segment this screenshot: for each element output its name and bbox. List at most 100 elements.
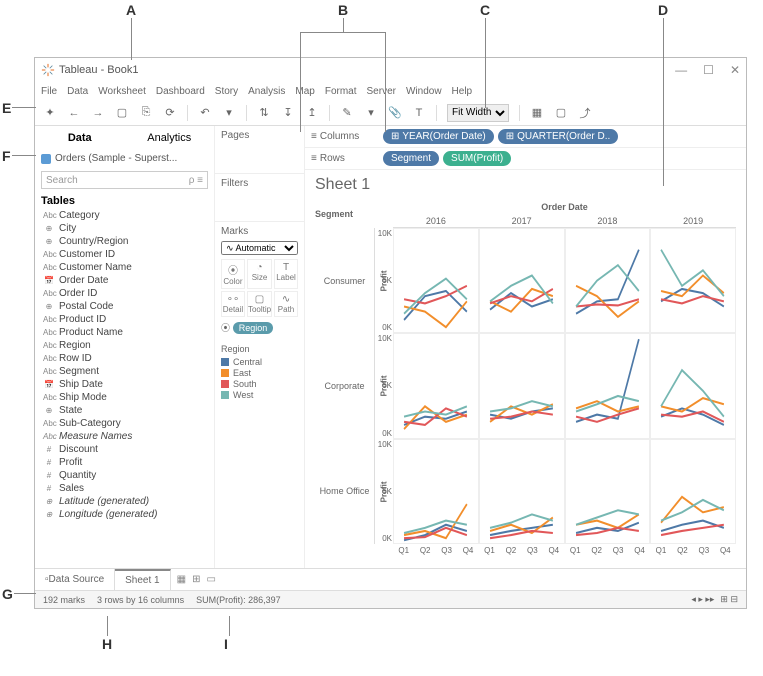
sheet-title[interactable]: Sheet 1 [315,176,736,194]
field-order-date[interactable]: 📅Order Date [35,274,214,287]
field-customer-name[interactable]: AbcCustomer Name [35,261,214,274]
presentation-button[interactable]: ▢ [554,106,568,120]
legend-item-south[interactable]: South [221,379,298,389]
data-tab[interactable]: Data [35,126,125,150]
marks-label[interactable]: TLabel [274,259,298,289]
highlight-button[interactable]: ✎ [340,106,354,120]
callout-d: D [658,2,668,18]
menu-story[interactable]: Story [215,86,238,97]
field-country-region[interactable]: ⊕Country/Region [35,235,214,248]
refresh-button[interactable]: ⟳ [163,106,177,120]
fields-list: AbcCategory⊕City⊕Country/RegionAbcCustom… [35,209,214,568]
pin-button[interactable]: 📎 [388,106,402,120]
new-worksheet-button[interactable]: ▦ [177,574,186,585]
field-order-id[interactable]: AbcOrder ID [35,287,214,300]
menu-map[interactable]: Map [295,86,314,97]
search-input[interactable]: Search ρ ≡ [41,171,208,189]
pages-shelf[interactable]: Pages [215,126,304,174]
legend-item-east[interactable]: East [221,368,298,378]
search-icon: ρ ≡ [189,175,203,186]
sort-desc-button[interactable]: ↥ [305,106,319,120]
field-measure-names[interactable]: AbcMeasure Names [35,430,214,443]
field-product-name[interactable]: AbcProduct Name [35,326,214,339]
menu-server[interactable]: Server [367,86,396,97]
forward-button[interactable]: → [91,106,105,120]
field-region[interactable]: AbcRegion [35,339,214,352]
menu-worksheet[interactable]: Worksheet [98,86,146,97]
field-customer-id[interactable]: AbcCustomer ID [35,248,214,261]
analytics-tab[interactable]: Analytics [125,126,215,150]
back-button[interactable]: ← [67,106,81,120]
field-type-icon: # [43,458,55,467]
field-quantity[interactable]: #Quantity [35,469,214,482]
view-icon[interactable]: ◂ ▸ ▸▸ [691,594,714,605]
new-datasource-button[interactable]: ⎘ [139,106,153,120]
columns-shelf[interactable]: ≡Columns ⊞ YEAR(Order Date)⊞ QUARTER(Ord… [305,126,746,148]
marks-color[interactable]: ⦿Color [221,259,245,289]
mark-type-selector[interactable]: ∿ Automatic [221,241,298,255]
grid-icon[interactable]: ⊞ ⊟ [720,594,738,605]
field-product-id[interactable]: AbcProduct ID [35,313,214,326]
field-row-id[interactable]: AbcRow ID [35,352,214,365]
share-button[interactable]: ⤴ [578,106,592,120]
marks-path[interactable]: ∿Path [274,291,298,317]
field-sales[interactable]: #Sales [35,482,214,495]
maximize-button[interactable]: ☐ [703,63,714,77]
menu-format[interactable]: Format [325,86,357,97]
field-label: Customer ID [59,249,115,260]
menu-file[interactable]: File [41,86,57,97]
marks-size[interactable]: ◔Size [247,259,272,289]
showme-button[interactable]: ▦ [530,106,544,120]
undo-button[interactable]: ↶ [198,106,212,120]
field-segment[interactable]: AbcSegment [35,365,214,378]
menu-help[interactable]: Help [452,86,473,97]
field-sub-category[interactable]: AbcSub-Category [35,417,214,430]
fit-selector[interactable]: Fit Width [447,104,509,122]
sheet1-tab[interactable]: Sheet 1 [115,569,170,590]
swap-button[interactable]: ⇅ [257,106,271,120]
marks-tooltip[interactable]: ▢Tooltip [247,291,272,317]
callout-line [131,18,132,60]
group-button[interactable]: ▾ [364,106,378,120]
field-longitude-generated-[interactable]: ⊕Longitude (generated) [35,508,214,521]
chart-cell [650,333,736,438]
field-ship-date[interactable]: 📅Ship Date [35,378,214,391]
plus-icon: ⊞ [391,131,399,142]
field-category[interactable]: AbcCategory [35,209,214,222]
legend-item-west[interactable]: West [221,390,298,400]
field-discount[interactable]: #Discount [35,443,214,456]
rows-shelf[interactable]: ≡Rows SegmentSUM(Profit) [305,148,746,170]
pill-year-order-date-[interactable]: ⊞ YEAR(Order Date) [383,129,494,144]
minimize-button[interactable]: — [675,63,687,77]
new-story-button[interactable]: ▭ [206,574,215,585]
filters-shelf[interactable]: Filters [215,174,304,222]
year-header-2017: 2017 [479,214,565,228]
marks-detail[interactable]: ∘∘Detail [221,291,245,317]
pill-segment[interactable]: Segment [383,151,439,166]
menu-window[interactable]: Window [406,86,442,97]
field-ship-mode[interactable]: AbcShip Mode [35,391,214,404]
datasource-item[interactable]: Orders (Sample - Superst... [35,150,214,167]
field-city[interactable]: ⊕City [35,222,214,235]
sort-asc-button[interactable]: ↧ [281,106,295,120]
new-dashboard-button[interactable]: ⊞ [192,574,200,585]
close-button[interactable]: ✕ [730,63,740,77]
tableau-icon[interactable]: ✦ [43,106,57,120]
shelves-pane: Pages Filters Marks ∿ Automatic ⦿Color◔S… [215,126,305,568]
pill-quarter-order-d-[interactable]: ⊞ QUARTER(Order D.. [498,129,619,144]
field-postal-code[interactable]: ⊕Postal Code [35,300,214,313]
legend-item-central[interactable]: Central [221,357,298,367]
field-state[interactable]: ⊕State [35,404,214,417]
pill-sum-profit-[interactable]: SUM(Profit) [443,151,511,166]
save-button[interactable]: ▢ [115,106,129,120]
label-button[interactable]: T [412,106,426,120]
field-profit[interactable]: #Profit [35,456,214,469]
redo-button[interactable]: ▾ [222,106,236,120]
menu-data[interactable]: Data [67,86,88,97]
field-latitude-generated-[interactable]: ⊕Latitude (generated) [35,495,214,508]
color-shelf-pill[interactable]: ⦿ Region [221,321,298,334]
menu-dashboard[interactable]: Dashboard [156,86,205,97]
columns-icon: ≡ [311,131,317,142]
menu-analysis[interactable]: Analysis [248,86,285,97]
datasource-tab[interactable]: ▫ Data Source [35,569,115,590]
